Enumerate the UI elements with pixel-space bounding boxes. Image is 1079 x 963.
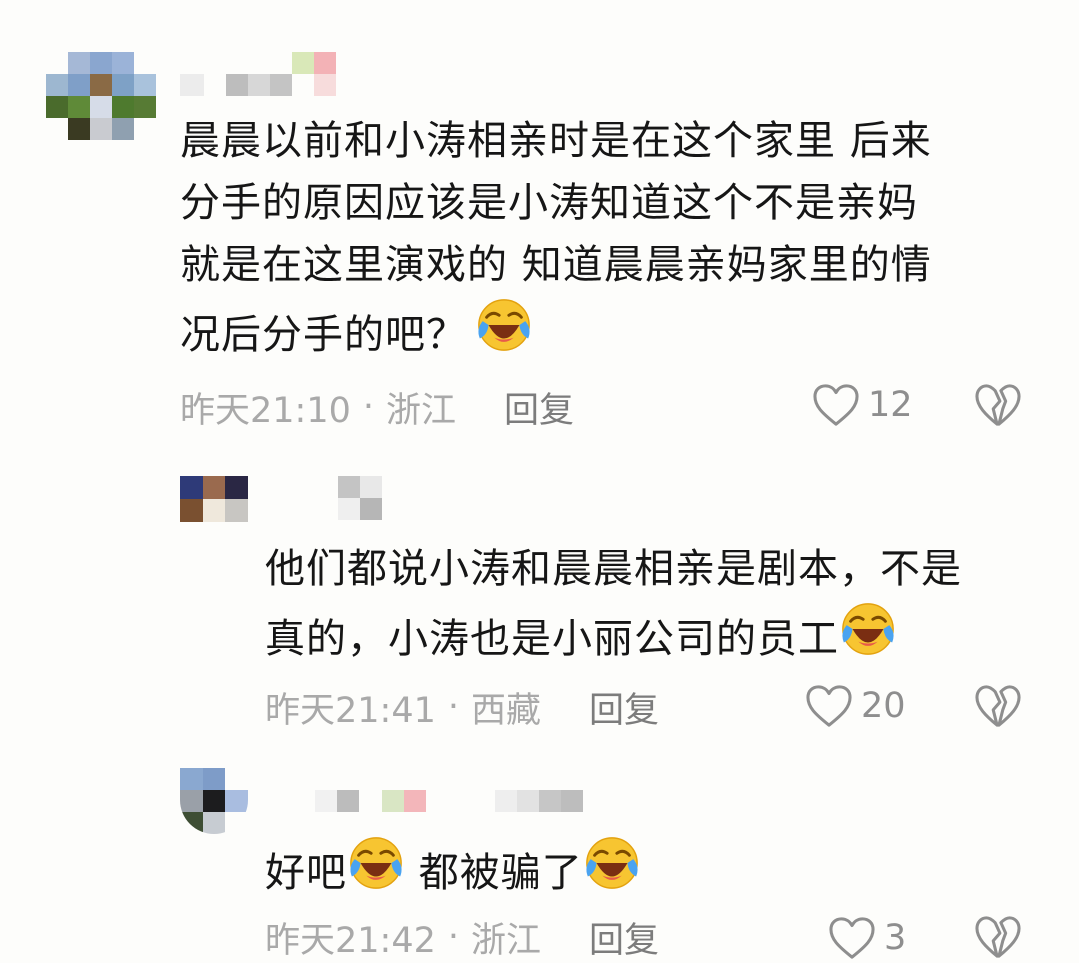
avatar[interactable] [180, 768, 248, 834]
heart-outline-icon [828, 916, 876, 960]
laugh-cry-emoji-icon [583, 834, 641, 892]
comment-line: 都被骗了 [418, 850, 583, 896]
laugh-cry-emoji-icon [347, 834, 405, 892]
broken-heart-icon[interactable] [974, 915, 1022, 959]
comment-3: 好吧 都被骗了 昨天21:42 · 浙江 回复 3 [0, 0, 1079, 961]
comment-meta: 昨天21:42 · 浙江 回复 [265, 915, 659, 961]
comment-page: { "comments": [ { "text_lines": ["晨晨以前和小… [0, 0, 1079, 961]
like-count: 3 [884, 918, 907, 958]
meta-separator: · [447, 917, 460, 957]
comment-text: 好吧 都被骗了 [265, 834, 1055, 904]
username-blurred[interactable] [315, 790, 587, 812]
timestamp: 昨天21:42 [265, 920, 436, 961]
like-button[interactable]: 3 [828, 915, 906, 961]
location: 浙江 [471, 920, 542, 961]
reply-button[interactable]: 回复 [589, 912, 659, 963]
comment-line: 好吧 [265, 850, 347, 896]
